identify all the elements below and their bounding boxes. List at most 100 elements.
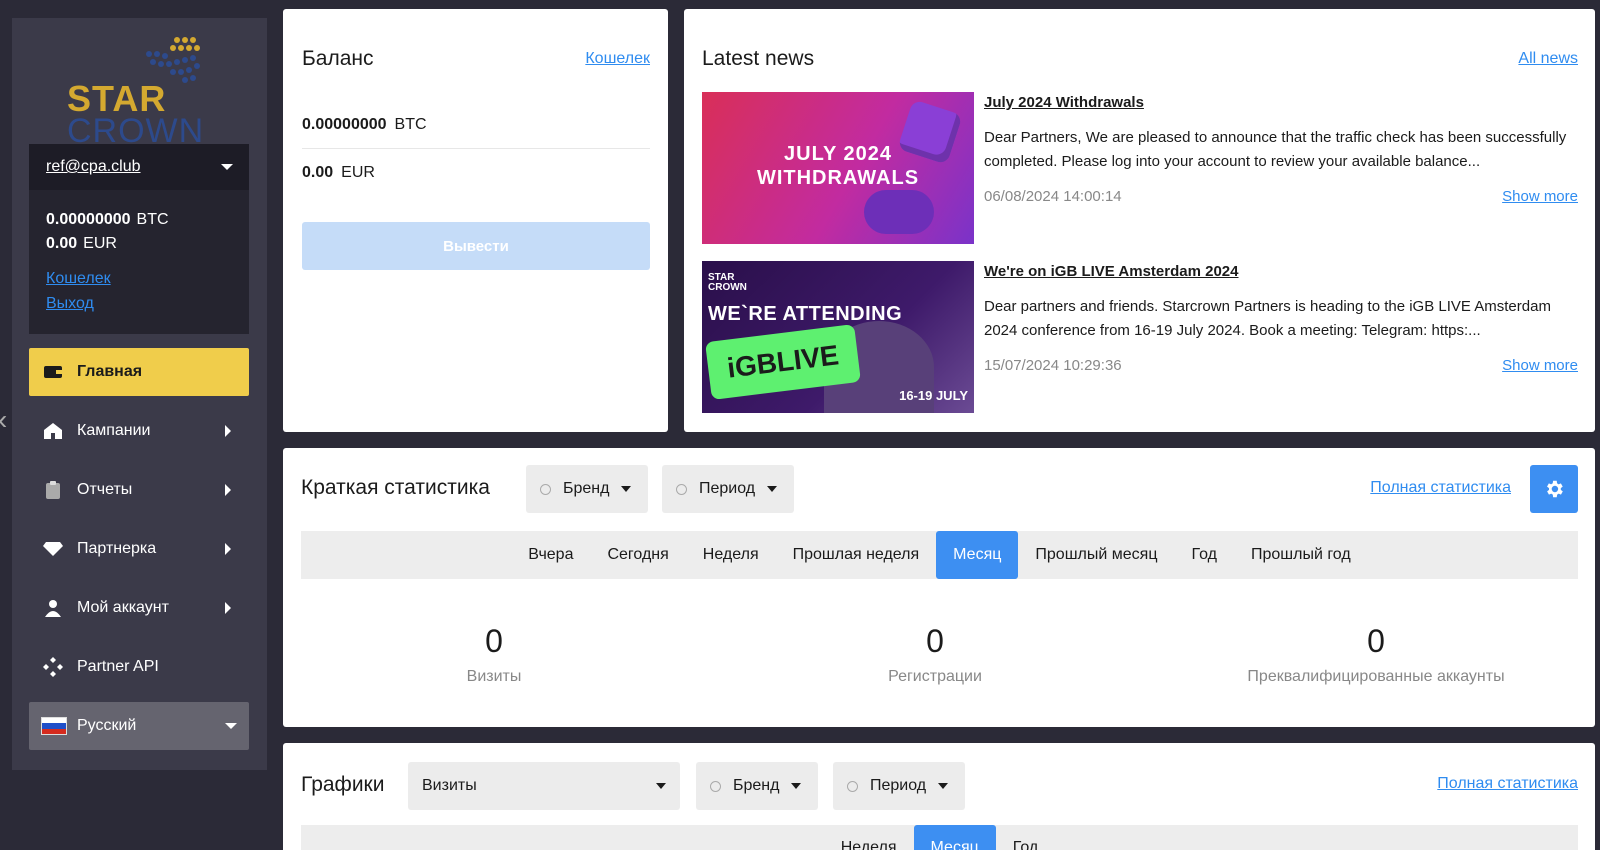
sidebar-item-home[interactable]: Главная	[29, 348, 249, 396]
balance-eur-value: 0.00	[302, 164, 334, 181]
tab-today[interactable]: Сегодня	[590, 531, 685, 579]
sidebar: STAR CROWN ref@cpa.club 0.00000000 BTC 0.…	[12, 18, 267, 770]
brand-dropdown[interactable]: Бренд	[526, 465, 648, 513]
chevron-down-icon	[938, 783, 949, 789]
graphs-title: Графики	[301, 773, 385, 796]
sidebar-item-campaigns[interactable]: Кампании	[29, 407, 249, 455]
sidebar-item-my-account[interactable]: Мой аккаунт	[29, 584, 249, 632]
brand-logo[interactable]: STAR CROWN	[67, 34, 217, 150]
balance-wallet-link[interactable]: Кошелек	[585, 50, 650, 68]
account-btc-value: 0.00000000	[46, 211, 131, 228]
sidebar-item-partner-api[interactable]: Partner API	[29, 643, 249, 691]
news-item-text: Dear partners and friends. Starcrown Par…	[984, 298, 1551, 339]
chevron-down-icon	[225, 723, 237, 729]
news-item-title-link[interactable]: We're on iGB LIVE Amsterdam 2024	[984, 263, 1239, 280]
radio-icon	[847, 780, 858, 792]
chevron-down-icon	[621, 486, 632, 492]
balance-btc-value: 0.00000000	[302, 116, 387, 133]
account-btc-unit: BTC	[136, 211, 169, 228]
sidebar-item-label: Партнерка	[77, 540, 157, 557]
show-more-link[interactable]: Show more	[1502, 357, 1578, 374]
news-image-logo: STAR CROWN	[708, 273, 747, 293]
russia-flag-icon	[41, 714, 67, 738]
tab-last-week[interactable]: Прошлая неделя	[776, 531, 937, 579]
radio-icon	[676, 483, 687, 495]
logout-link[interactable]: Выход	[46, 291, 94, 316]
news-item: STAR CROWN WE`RE ATTENDING iGBLIVE 16-19…	[702, 261, 1578, 413]
news-image-date: 16-19 JULY	[899, 388, 968, 403]
graph-period-dropdown[interactable]: Период	[833, 762, 965, 810]
news-image[interactable]: STAR CROWN WE`RE ATTENDING iGBLIVE 16-19…	[702, 261, 974, 413]
account-box: ref@cpa.club 0.00000000 BTC 0.00 EUR Кошел…	[29, 144, 249, 334]
tab-yesterday[interactable]: Вчера	[511, 531, 590, 579]
news-image-caption-line: JULY 2024	[784, 143, 892, 165]
api-icon	[41, 655, 65, 679]
account-wallet-link[interactable]: Кошелек	[46, 266, 111, 291]
balance-card: Баланс Кошелек 0.00000000 BTC 0.00 EUR Выв…	[283, 9, 668, 432]
chevron-down-icon[interactable]	[221, 164, 233, 170]
sidebar-item-partner[interactable]: Партнерка	[29, 525, 249, 573]
short-stats-card: Краткая статистика Бренд Период Полная с…	[283, 448, 1595, 727]
wallet-icon	[41, 360, 65, 384]
sidebar-item-label: Главная	[77, 363, 143, 380]
chevron-right-icon	[225, 602, 231, 614]
tab-month[interactable]: Месяц	[913, 825, 996, 850]
account-dropdown[interactable]: ref@cpa.club	[29, 144, 249, 190]
tab-week[interactable]: Неделя	[686, 531, 776, 579]
sidebar-item-reports[interactable]: Отчеты	[29, 466, 249, 514]
tab-month[interactable]: Месяц	[936, 531, 1019, 579]
metric-label: Регистрации	[888, 668, 982, 685]
period-tabs: Вчера Сегодня Неделя Прошлая неделя Меся…	[301, 531, 1578, 579]
sidebar-item-label: Partner API	[77, 658, 159, 675]
clipboard-icon	[41, 478, 65, 502]
news-item-footer: 15/07/2024 10:29:36 Show more	[984, 357, 1578, 374]
news-item-title-link[interactable]: July 2024 Withdrawals	[984, 94, 1144, 111]
news-item-text: Dear Partners, We are pleased to announc…	[984, 129, 1567, 170]
tab-year[interactable]: Год	[996, 825, 1055, 850]
chevron-down-icon	[791, 783, 802, 789]
all-news-link[interactable]: All news	[1518, 50, 1578, 68]
news-title: Latest news	[702, 47, 815, 70]
news-image-logo-line: CROWN	[708, 282, 747, 293]
chevron-right-icon	[225, 425, 231, 437]
language-select[interactable]: Русский	[29, 702, 249, 750]
period-dropdown[interactable]: Период	[662, 465, 794, 513]
tab-year[interactable]: Год	[1174, 531, 1233, 579]
graph-period-label: Период	[870, 777, 927, 794]
news-image-caption-line: WITHDRAWALS	[756, 167, 920, 189]
graph-full-stats-link[interactable]: Полная статистика	[1437, 775, 1578, 793]
news-item-date: 15/07/2024 10:29:36	[984, 357, 1122, 374]
radio-icon	[540, 483, 551, 495]
news-body: July 2024 Withdrawals Dear Partners, We …	[984, 92, 1578, 205]
metric-label: Преквалифицированные аккаунты	[1247, 668, 1505, 685]
graph-brand-dropdown[interactable]: Бренд	[696, 762, 818, 810]
sidebar-item-label: Отчеты	[77, 481, 133, 498]
balance-btc-row: 0.00000000 BTC	[302, 116, 650, 149]
graph-metric-dropdown[interactable]: Визиты	[408, 762, 680, 810]
tab-last-month[interactable]: Прошлый месяц	[1018, 531, 1174, 579]
show-more-link[interactable]: Show more	[1502, 188, 1578, 205]
news-image[interactable]: JULY 2024 WITHDRAWALS	[702, 92, 974, 244]
withdraw-button[interactable]: Вывести	[302, 222, 650, 270]
sidebar-item-label: Кампании	[77, 422, 151, 439]
period-dropdown-label: Период	[699, 480, 756, 497]
account-email-link[interactable]: ref@cpa.club	[46, 158, 141, 176]
sidebar-item-label: Мой аккаунт	[77, 599, 169, 616]
home-icon	[41, 419, 65, 443]
news-card: Latest news All news JULY 2024 WITHDRAWA…	[684, 9, 1595, 432]
full-stats-link[interactable]: Полная статистика	[1370, 479, 1511, 497]
account-eur-unit: EUR	[83, 235, 117, 252]
sidebar-nav: Главная Кампании Отчеты Партнерка Мой ак…	[29, 348, 249, 761]
metric-value: 0	[485, 623, 503, 659]
chevron-right-icon	[225, 543, 231, 555]
tab-week[interactable]: Неделя	[824, 825, 914, 850]
news-image-title: WE`RE ATTENDING	[708, 303, 903, 325]
account-eur-row: 0.00 EUR	[46, 232, 232, 256]
account-btc-row: 0.00000000 BTC	[46, 208, 232, 232]
settings-button[interactable]	[1530, 465, 1578, 513]
news-item: JULY 2024 WITHDRAWALS July 2024 Withdraw…	[702, 92, 1578, 244]
metric-value: 0	[926, 623, 944, 659]
news-item-footer: 06/08/2024 14:00:14 Show more	[984, 188, 1578, 205]
collapse-arrow-icon[interactable]: ‹	[0, 404, 7, 436]
tab-last-year[interactable]: Прошлый год	[1234, 531, 1368, 579]
